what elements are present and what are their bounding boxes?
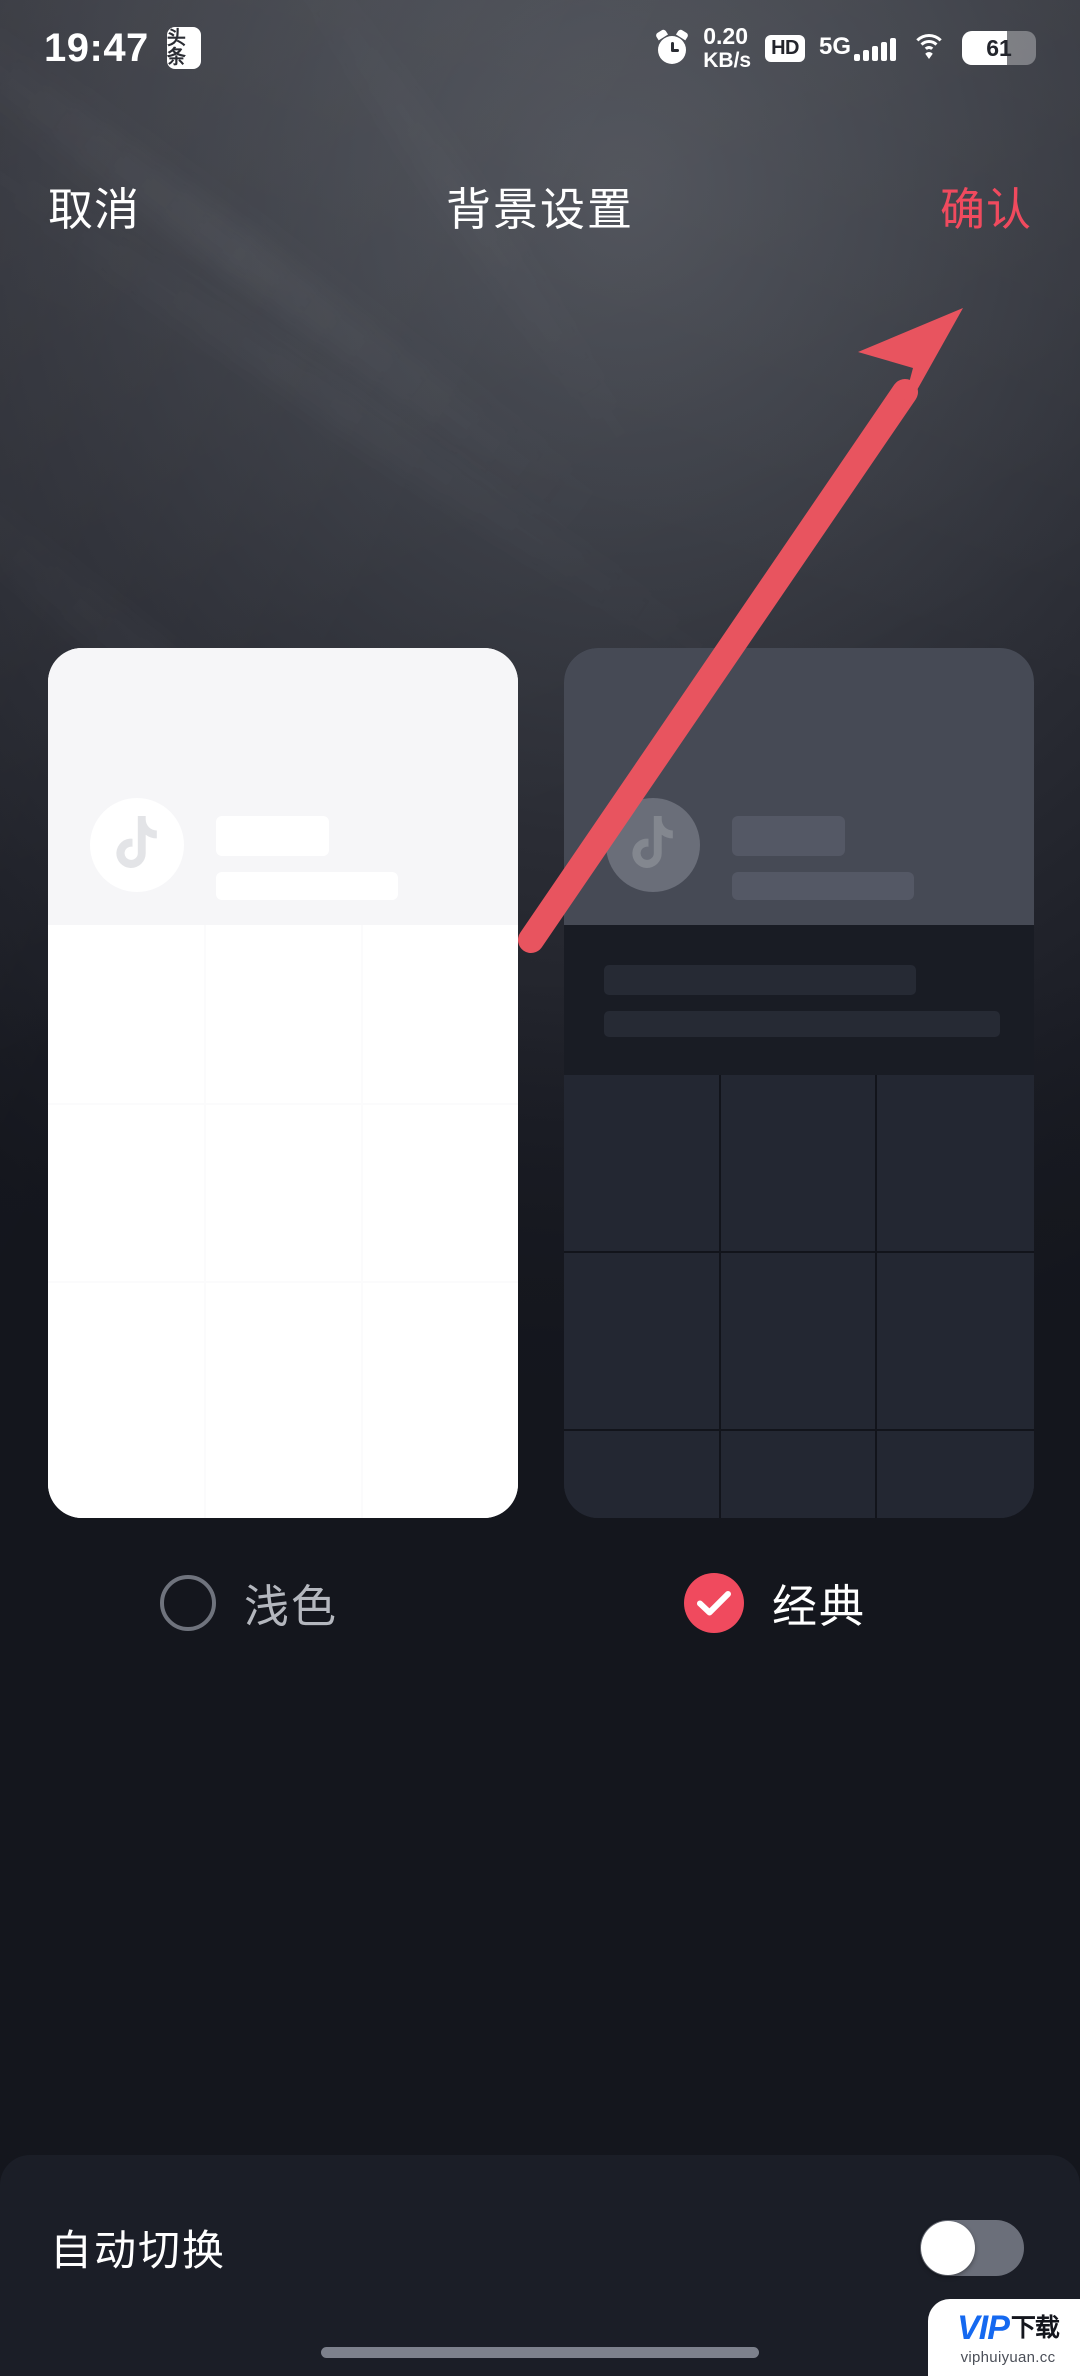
watermark-brand-cn: 下载	[1010, 2313, 1060, 2342]
radio-unselected-icon[interactable]	[160, 1574, 216, 1631]
radio-selected-check-icon[interactable]	[684, 1572, 744, 1633]
watermark: VIP 下载 viphuiyuan.cc	[928, 2299, 1080, 2376]
cellular-signal: 5G	[819, 35, 896, 61]
theme-option-row: 浅色 经典	[0, 1570, 1080, 1710]
light-preview-header	[48, 648, 518, 925]
network-speed: 0.20 KB/s	[703, 23, 752, 72]
hd-badge-icon: HD	[765, 34, 805, 62]
toggle-knob	[921, 2220, 975, 2275]
grid-cell	[877, 1253, 1034, 1431]
network-type-label: 5G	[818, 33, 851, 60]
phone-screen: 19:47 头条 0.20 KB/s HD 5G 61 取消 背景设置 确认 浅…	[0, 0, 1080, 2376]
auto-switch-label: 自动切换	[50, 2227, 227, 2274]
theme-option-classic[interactable]: 经典	[684, 1570, 866, 1635]
theme-option-light[interactable]: 浅色	[160, 1570, 338, 1635]
grid-cell	[720, 1253, 878, 1431]
light-preview-subtitle-placeholder	[216, 872, 398, 900]
status-bar: 19:47 头条 0.20 KB/s HD 5G 61	[0, 0, 1080, 96]
theme-option-classic-label: 经典	[772, 1581, 867, 1632]
watermark-brand-row: VIP 下载	[950, 2311, 1066, 2345]
grid-cell	[564, 1431, 721, 1518]
light-preview-body	[48, 925, 518, 1518]
alarm-clock-icon	[655, 28, 690, 65]
auto-switch-row[interactable]: 自动切换	[50, 2217, 1024, 2278]
page-title: 背景设置	[445, 183, 634, 235]
confirm-button[interactable]: 确认	[940, 173, 1032, 238]
wifi-icon	[910, 34, 948, 62]
watermark-brand: VIP	[957, 2309, 1010, 2347]
nav-bar: 取消 背景设置 确认	[0, 150, 1080, 260]
home-indicator[interactable]	[321, 2347, 759, 2358]
status-time: 19:47	[44, 25, 149, 70]
classic-preview-grid	[564, 1075, 1034, 1518]
signal-bars-icon	[854, 37, 896, 61]
theme-option-light-label: 浅色	[244, 1581, 339, 1632]
toutiao-app-icon: 头条	[166, 27, 201, 69]
network-speed-value: 0.20	[703, 23, 748, 49]
status-bar-right: 0.20 KB/s HD 5G 61	[655, 25, 1036, 71]
classic-preview-text-placeholder	[604, 965, 916, 995]
tiktok-note-icon	[606, 798, 700, 892]
grid-cell	[720, 1075, 878, 1253]
watermark-url: viphuiyuan.cc	[960, 2349, 1056, 2366]
grid-cell	[720, 1431, 878, 1518]
classic-theme-preview[interactable]	[564, 648, 1034, 1518]
bottom-settings-panel: 自动切换	[0, 2155, 1080, 2376]
network-speed-unit: KB/s	[703, 49, 752, 72]
auto-switch-toggle[interactable]	[920, 2219, 1024, 2276]
classic-preview-header	[564, 648, 1034, 925]
light-theme-preview[interactable]	[48, 648, 518, 1518]
grid-cell	[877, 1075, 1034, 1253]
grid-cell	[877, 1431, 1034, 1518]
grid-cell	[564, 1253, 721, 1431]
light-preview-name-placeholder	[216, 816, 329, 856]
theme-preview-row	[0, 648, 1080, 1518]
status-bar-left: 19:47 头条	[44, 26, 201, 71]
classic-preview-name-placeholder	[732, 816, 845, 856]
battery-percent: 61	[986, 34, 1012, 61]
classic-preview-subtitle-placeholder	[732, 872, 914, 900]
classic-preview-body	[564, 925, 1034, 1518]
classic-preview-text-placeholder	[604, 1011, 1000, 1037]
grid-cell	[564, 1075, 721, 1253]
tiktok-note-icon	[90, 798, 184, 892]
battery-indicator: 61	[962, 31, 1036, 65]
